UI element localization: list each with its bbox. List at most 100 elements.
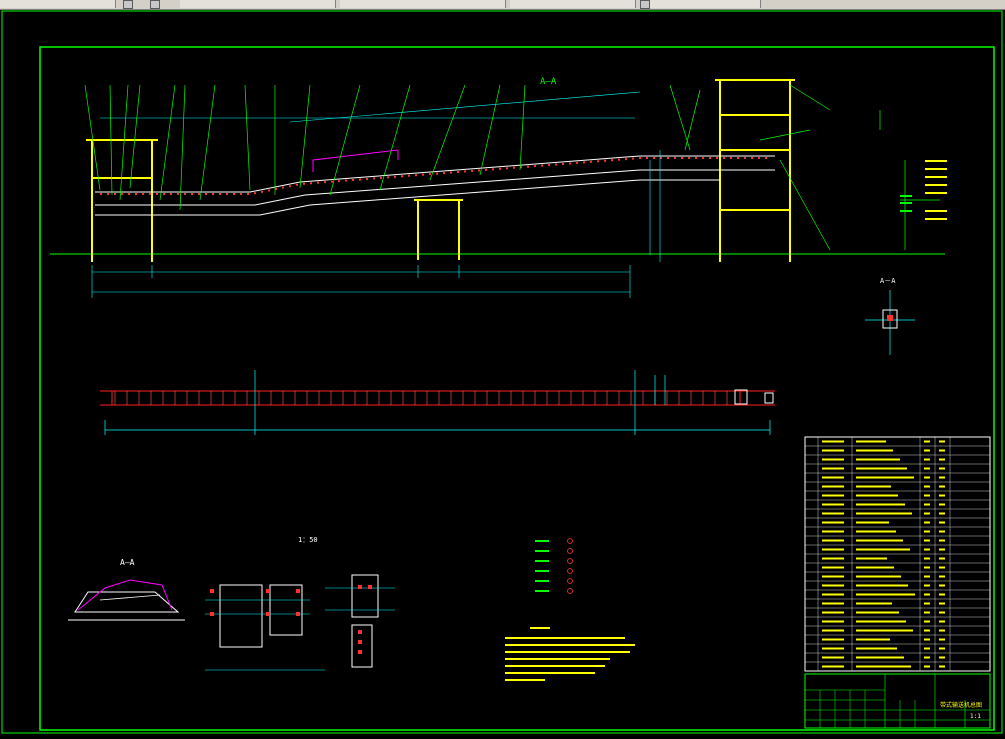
bom-cell-stroke xyxy=(939,440,945,443)
notes-line-stroke xyxy=(505,665,605,667)
bom-cell-stroke xyxy=(822,530,844,533)
idler xyxy=(436,172,438,175)
idler xyxy=(366,177,368,180)
idler xyxy=(380,176,382,179)
note-stroke xyxy=(925,160,947,162)
bom-cell-stroke xyxy=(856,638,890,641)
gear-icon[interactable] xyxy=(150,0,160,9)
bom-cell-stroke xyxy=(924,665,930,668)
bom-cell-stroke xyxy=(924,512,930,515)
idler xyxy=(758,157,760,159)
bom-cell-stroke xyxy=(856,557,887,560)
idler xyxy=(639,157,641,160)
idler xyxy=(723,157,725,159)
belt-line xyxy=(95,155,775,216)
idler xyxy=(667,157,669,159)
window-icon[interactable] xyxy=(640,0,650,9)
gear-icon[interactable] xyxy=(123,0,133,9)
notes-line-stroke xyxy=(505,637,625,639)
bom-cell-stroke xyxy=(856,629,913,632)
idler xyxy=(296,183,298,186)
idler xyxy=(373,177,375,180)
symbol-legend xyxy=(535,538,573,594)
bom-cell-stroke xyxy=(924,638,930,641)
toolbar-segment xyxy=(340,0,506,8)
scale-label: 1：50 xyxy=(298,536,318,544)
middle-support xyxy=(414,199,463,260)
bom-cell-stroke xyxy=(939,467,945,470)
idler xyxy=(107,193,109,195)
idler xyxy=(625,158,627,161)
bom-cell-stroke xyxy=(939,476,945,479)
idler xyxy=(324,181,326,184)
idler xyxy=(429,173,431,176)
idler xyxy=(611,159,613,162)
idler xyxy=(268,189,270,192)
bom-cell-stroke xyxy=(939,647,945,650)
bom-cell-stroke xyxy=(856,548,910,551)
detail-mount-b xyxy=(325,574,395,668)
leader-line xyxy=(199,84,216,201)
idler xyxy=(632,157,634,160)
cad-viewport[interactable]: A—A A－A A—A 1：50 带式输送机总图 1:1 xyxy=(0,10,1005,735)
bom-cell-stroke xyxy=(939,485,945,488)
idler xyxy=(254,192,256,195)
idler xyxy=(387,176,389,179)
idler xyxy=(478,169,480,172)
bom-cell-stroke xyxy=(856,575,901,578)
leader-line xyxy=(129,84,141,189)
idler xyxy=(142,193,144,195)
bom-cell-stroke xyxy=(822,638,844,641)
bom-cell-stroke xyxy=(822,656,844,659)
idler xyxy=(583,161,585,164)
bom-cell-stroke xyxy=(856,467,907,470)
side-notes xyxy=(879,110,940,250)
bom-cell-stroke xyxy=(856,584,908,587)
cad-drawing[interactable]: A—A A－A A—A 1：50 带式输送机总图 1:1 xyxy=(0,10,1005,735)
side-note-text xyxy=(900,160,947,220)
idler xyxy=(646,157,648,159)
bom-cell-stroke xyxy=(939,566,945,569)
tail-support-structure xyxy=(86,139,158,262)
legend-text-stroke xyxy=(535,540,549,542)
note-stroke xyxy=(900,210,912,212)
bom-cell-stroke xyxy=(856,593,915,596)
bom-cell-stroke xyxy=(924,521,930,524)
idler xyxy=(681,157,683,159)
bom-cell-stroke xyxy=(822,476,844,479)
bom-cell-stroke xyxy=(924,476,930,479)
idler xyxy=(688,157,690,159)
bom-cell-stroke xyxy=(856,449,893,452)
idler xyxy=(394,175,396,178)
idler xyxy=(555,163,557,166)
leader-line xyxy=(244,84,251,191)
bom-cell-stroke xyxy=(924,467,930,470)
idler xyxy=(485,168,487,171)
technical-notes xyxy=(505,627,635,681)
toolbar-segment xyxy=(510,0,636,8)
idler xyxy=(422,173,424,176)
window-toolbar xyxy=(0,0,1005,10)
bom-cell-stroke xyxy=(939,584,945,587)
drawing-title: 带式输送机总图 xyxy=(940,701,982,709)
bom-cell-stroke xyxy=(856,647,897,650)
bom-cell-stroke xyxy=(924,494,930,497)
bom-cell-stroke xyxy=(924,629,930,632)
bom-cell-stroke xyxy=(924,620,930,623)
idler xyxy=(303,182,305,185)
bom-cell-stroke xyxy=(822,611,844,614)
bom-cell-stroke xyxy=(856,620,906,623)
bom-cell-stroke xyxy=(939,557,945,560)
bom-cell-stroke xyxy=(822,557,844,560)
idler xyxy=(408,174,410,177)
bom-cell-stroke xyxy=(939,458,945,461)
legend-symbol xyxy=(567,558,573,564)
idler xyxy=(247,193,249,195)
idler xyxy=(499,167,501,170)
bom-cell-stroke xyxy=(939,494,945,497)
notes-line-stroke xyxy=(505,658,610,660)
idler xyxy=(121,193,123,195)
toolbar-segment xyxy=(180,0,336,8)
bom-cell-stroke xyxy=(822,467,844,470)
bom-cell-stroke xyxy=(822,458,844,461)
